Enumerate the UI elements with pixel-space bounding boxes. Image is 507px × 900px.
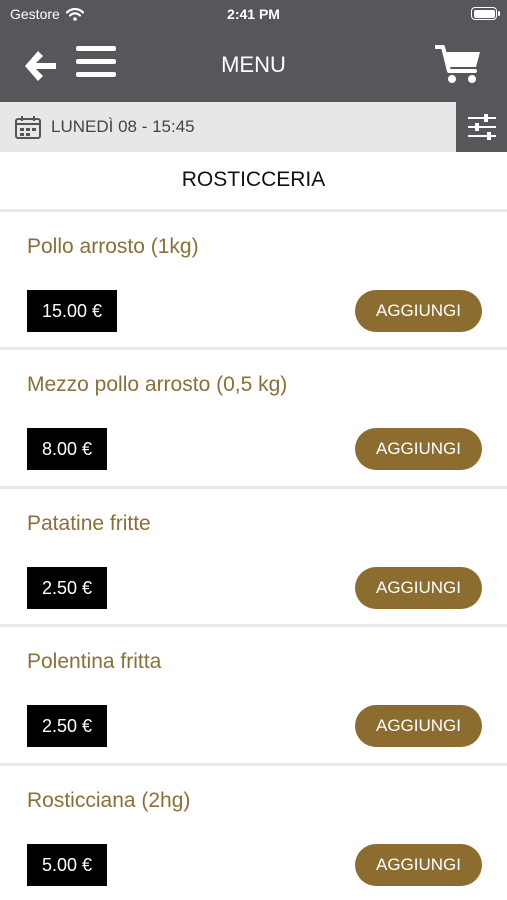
price-badge: 15.00 €	[27, 290, 118, 332]
add-button[interactable]: AGGIUNGI	[355, 290, 482, 332]
divider	[0, 486, 507, 489]
add-button[interactable]: AGGIUNGI	[355, 428, 482, 470]
sliders-icon	[468, 114, 496, 140]
add-button[interactable]: AGGIUNGI	[355, 844, 482, 886]
page-title: MENU	[221, 52, 286, 77]
price-badge: 8.00 €	[27, 428, 108, 470]
price-badge: 2.50 €	[27, 567, 108, 609]
date-bar: LUNEDÌ 08 - 15:45	[0, 102, 507, 152]
section-title: ROSTICCERIA	[181, 168, 326, 191]
cart-icon[interactable]	[435, 44, 481, 86]
divider	[0, 347, 507, 350]
divider	[0, 763, 507, 766]
delivery-date[interactable]: LUNEDÌ 08 - 15:45	[51, 117, 195, 137]
item-name: Patatine fritte	[27, 512, 151, 535]
calendar-icon	[15, 116, 41, 139]
add-button[interactable]: AGGIUNGI	[355, 567, 482, 609]
filter-button[interactable]	[456, 102, 507, 152]
divider	[0, 209, 507, 212]
nav-bar: MENU	[0, 28, 507, 102]
item-name: Mezzo pollo arrosto (0,5 kg)	[27, 373, 288, 396]
status-time: 2:41 PM	[227, 6, 280, 22]
divider	[0, 624, 507, 627]
price-badge: 2.50 €	[27, 705, 108, 747]
item-name: Pollo arrosto (1kg)	[27, 235, 199, 258]
item-name: Polentina fritta	[27, 650, 162, 673]
battery-icon	[471, 7, 500, 20]
item-name: Rosticciana (2hg)	[27, 789, 191, 812]
price-badge: 5.00 €	[27, 844, 108, 886]
add-button[interactable]: AGGIUNGI	[355, 705, 482, 747]
status-bar: Gestore 2:41 PM	[0, 0, 507, 28]
